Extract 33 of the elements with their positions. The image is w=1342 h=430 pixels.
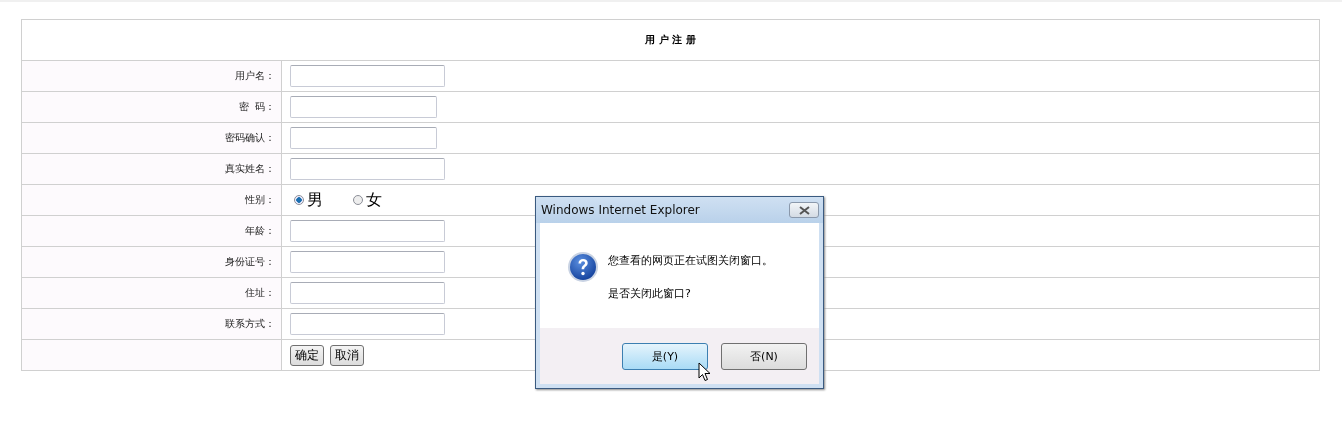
field-label: 密码确认：: [225, 131, 275, 145]
input-field[interactable]: [290, 127, 437, 149]
input-field[interactable]: [290, 96, 437, 118]
question-icon: [567, 251, 599, 283]
dialog-message: 您查看的网页正在试图关闭窗口。: [608, 253, 773, 268]
window-title: Windows Internet Explorer: [541, 203, 700, 217]
form-button[interactable]: 确定: [290, 344, 324, 366]
close-button[interactable]: [789, 202, 819, 218]
radio-label: 男: [307, 189, 323, 211]
input-field[interactable]: [290, 158, 445, 180]
dialog-button[interactable]: 是(Y): [622, 342, 708, 370]
input-field[interactable]: [290, 251, 445, 273]
input-field[interactable]: [290, 282, 445, 304]
form-title: 用 户 注 册: [645, 33, 696, 47]
form-button[interactable]: 取消: [330, 344, 364, 366]
radio-button[interactable]: [353, 195, 363, 205]
field-label: 真实姓名：: [225, 162, 275, 176]
cursor-icon: [698, 362, 711, 382]
close-icon: [798, 205, 810, 215]
field-label: 身份证号：: [225, 255, 275, 269]
field-label: 性别：: [245, 193, 275, 207]
field-label: 年龄：: [245, 224, 275, 238]
field-label: 联系方式：: [225, 317, 275, 331]
field-label: 住址：: [245, 286, 275, 300]
dialog-button[interactable]: 否(N): [721, 342, 807, 370]
field-label: 密 码：: [238, 100, 275, 114]
input-field[interactable]: [290, 220, 445, 242]
dialog-question: 是否关闭此窗口?: [608, 286, 692, 301]
field-label: 用户名：: [235, 69, 275, 83]
input-field[interactable]: [290, 313, 445, 335]
radio-label: 女: [366, 189, 382, 211]
radio-button[interactable]: [294, 195, 304, 205]
input-field[interactable]: [290, 65, 445, 87]
